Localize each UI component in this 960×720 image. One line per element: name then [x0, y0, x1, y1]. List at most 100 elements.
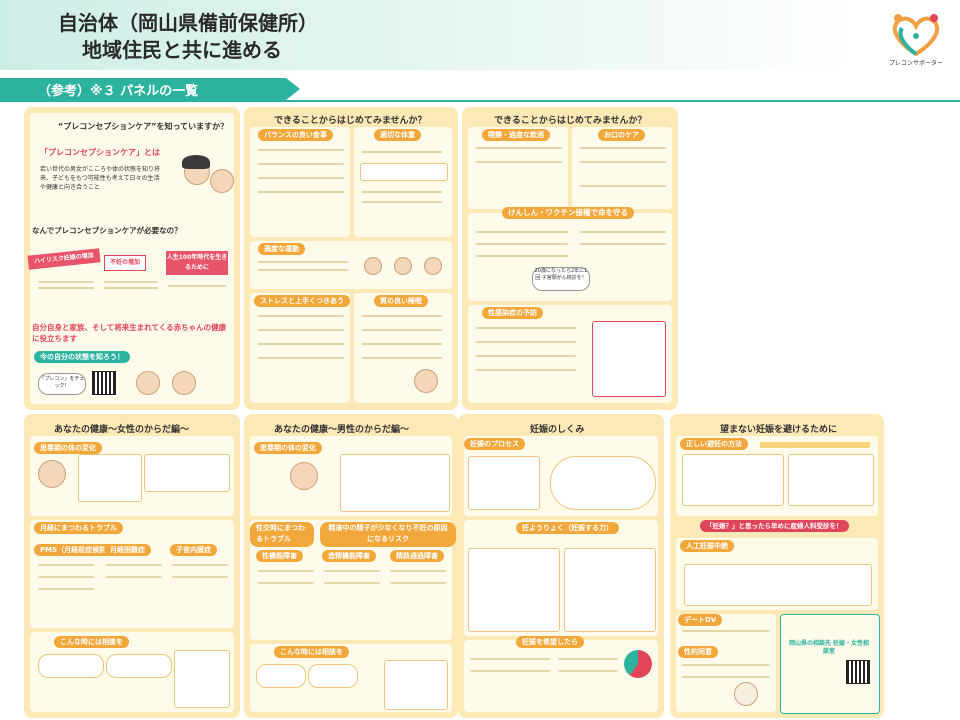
panel-3-title: できることからはじめてみませんか？: [494, 116, 647, 126]
qr-code[interactable]: [846, 660, 870, 684]
text-line: [476, 231, 568, 233]
text-line: [168, 285, 226, 287]
text-line: [324, 570, 380, 572]
text-line: [362, 329, 442, 331]
text-line: [362, 357, 442, 359]
text-line: [362, 191, 442, 193]
pill-date-dv: デートDV: [678, 614, 723, 626]
panel-6-title: 妊娠のしくみ: [530, 425, 585, 435]
qr-code[interactable]: [92, 371, 116, 395]
pie-chart-icon: [624, 650, 652, 678]
student-illustration: [172, 371, 196, 395]
heart-logo-icon: [892, 14, 940, 57]
fertility-chart-2: [564, 548, 656, 632]
panel-7-box-dv: [676, 614, 776, 712]
panel-2-box-diet: [250, 127, 350, 237]
panel-habits: できることからはじめてみませんか？ 喫煙・過度な飲酒 お口のケア けんしん・ワク…: [462, 107, 678, 410]
panel-1-question: なんでプレコンセプションケアが必要なの？: [32, 226, 182, 235]
text-line: [258, 149, 344, 151]
pill-male-puberty: 思春期の体の変化: [254, 442, 322, 454]
pill-sti-prevention: 性感染症の予防: [482, 307, 543, 319]
text-line: [362, 151, 442, 153]
consult-list: [174, 650, 230, 708]
pill-balanced-diet: バランスの良い食事: [258, 129, 333, 141]
pill-duct-disorder: 精路通過障害: [390, 550, 444, 562]
consult-bubble: [308, 664, 358, 688]
process-diagram: [550, 456, 656, 510]
exercise-illustration: [424, 257, 442, 275]
boy-illustration: [210, 169, 234, 193]
panel-1-box-text: 若い世代の男女がこころや体の状態を知り将来、子どもをもつ可能性も考えて日々の生活…: [40, 166, 161, 191]
panel-preconception: “プレコンセプションケア”を知っていますか？ 「プレコンセプションケア」とは 若…: [24, 107, 240, 410]
text-line: [580, 243, 666, 245]
panel-female-health: あなたの健康～女性のからだ編～ 思春期の体の変化 月経にまつわるトラブル PMS…: [24, 414, 240, 718]
text-line: [104, 287, 158, 289]
exercise-illustration: [394, 257, 412, 275]
text-line: [476, 341, 576, 343]
pill-quality-sleep: 質の良い睡眠: [374, 295, 428, 307]
panel-2-box-weight: [354, 127, 452, 237]
panel-5-title: あなたの健康～男性のからだ編～: [274, 425, 410, 435]
text-line: [470, 670, 550, 672]
text-line: [258, 269, 348, 271]
pill-smoking-drinking: 喫煙・過度な飲酒: [482, 129, 550, 141]
girl-illustration: [38, 460, 66, 488]
text-line: [760, 442, 870, 448]
consult-bubble: [106, 654, 172, 678]
panel-4-box-menstrual: [30, 520, 234, 628]
panel-contraception: 望まない妊娠を避けるために 正しい避妊の方法 「妊娠？」と思ったら早めに産婦人科…: [670, 414, 884, 718]
text-line: [258, 163, 344, 165]
panel-7-title: 望まない妊娠を避けるために: [720, 425, 838, 435]
text-line: [258, 191, 344, 193]
text-line: [558, 658, 618, 660]
consult-heading: 岡山県の相談先 妊娠・女性相談室: [788, 640, 870, 655]
pill-dysmenorrhea: 月経困難症: [104, 544, 151, 556]
text-line: [476, 243, 568, 245]
text-line: [476, 327, 576, 329]
text-line: [258, 570, 314, 572]
pill-sexual-trouble: 性交時にまつわるトラブル: [250, 522, 314, 547]
text-line: [258, 582, 314, 584]
text-line: [362, 315, 442, 317]
pill-proper-weight: 適切な体重: [374, 129, 421, 141]
text-line: [580, 161, 666, 163]
bear-illustration: [734, 682, 758, 706]
text-line: [476, 147, 562, 149]
puberty-list: [78, 454, 142, 502]
text-line: [390, 582, 446, 584]
pill-consent: 性的同意: [678, 646, 718, 658]
panel-1-check: 今の自分の状態を知ろう！: [34, 351, 130, 363]
vaccine-bubble: 20歳になったら2年に1回 子宮頸がん検診を！: [532, 267, 590, 291]
text-line: [682, 664, 770, 666]
fertility-chart-1: [468, 548, 560, 632]
text-line: [476, 161, 562, 163]
title-line-1: 自治体（岡山県備前保健所）: [58, 11, 318, 35]
panel-pregnancy: 妊娠のしくみ 妊娠のプロセス 妊ようりょく（妊娠する力） 妊娠を希望したら: [458, 414, 664, 718]
panel-2-title: できることからはじめてみませんか？: [274, 116, 427, 126]
pill-process: 妊娠のプロセス: [464, 438, 525, 450]
text-line: [362, 343, 442, 345]
pill-contraception: 正しい避妊の方法: [680, 438, 748, 450]
page-title: 自治体（岡山県備前保健所） 地域住民と共に進める: [58, 10, 318, 64]
pill-see-doctor: 「妊娠？」と思ったら早めに産婦人科受診を！: [700, 520, 849, 532]
text-line: [580, 147, 666, 149]
text-line: [258, 261, 348, 263]
pill-stress: ストレスと上手くつきあう: [254, 295, 350, 307]
text-line: [558, 670, 618, 672]
text-line: [38, 588, 94, 590]
text-line: [476, 255, 568, 257]
uterus-diagram: [468, 456, 540, 510]
pill-male-consult: こんな時には相談を: [274, 646, 349, 658]
pill-spermatogenesis: 造精機能障害: [322, 550, 376, 562]
consult-bubble: [256, 664, 306, 688]
bmi-table: [360, 163, 448, 181]
pill-sexual-dysfunction: 性機能障害: [256, 550, 303, 562]
text-line: [258, 177, 344, 179]
panel-4-title: あなたの健康～女性のからだ編～: [54, 425, 190, 435]
text-line: [258, 329, 344, 331]
panel-1-title: “プレコンセプションケア”を知っていますか？: [58, 122, 229, 131]
section-divider: [0, 100, 960, 102]
logo-caption: プレコンサポーター: [888, 60, 943, 67]
text-line: [38, 281, 94, 283]
panel-6-box-wish: [464, 640, 658, 712]
